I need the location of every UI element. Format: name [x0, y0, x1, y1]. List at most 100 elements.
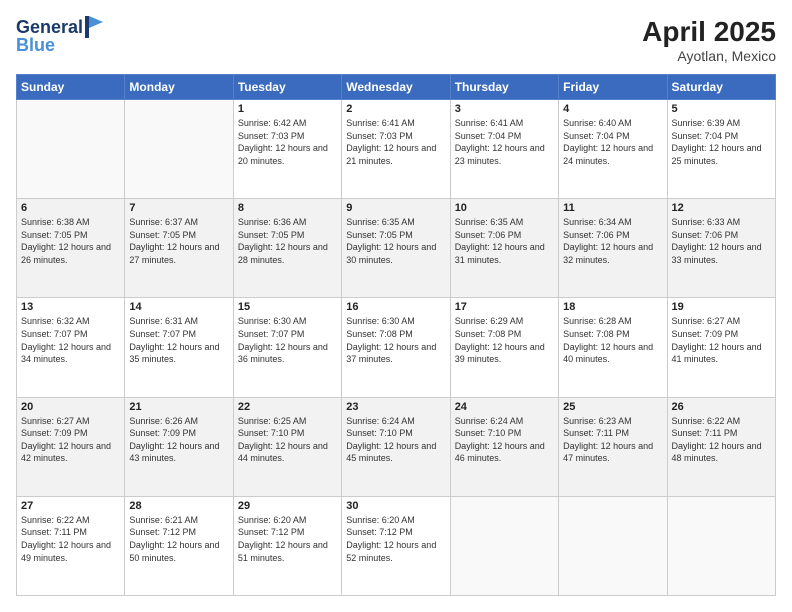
day-info: Sunrise: 6:27 AM Sunset: 7:09 PM Dayligh… [21, 415, 120, 465]
day-info: Sunrise: 6:41 AM Sunset: 7:03 PM Dayligh… [346, 117, 445, 167]
main-title: April 2025 [642, 16, 776, 48]
day-info: Sunrise: 6:36 AM Sunset: 7:05 PM Dayligh… [238, 216, 337, 266]
day-number: 7 [129, 202, 228, 214]
calendar-cell: 11Sunrise: 6:34 AM Sunset: 7:06 PM Dayli… [559, 199, 667, 298]
subtitle: Ayotlan, Mexico [642, 48, 776, 64]
day-number: 2 [346, 103, 445, 115]
day-number: 20 [21, 401, 120, 413]
day-info: Sunrise: 6:21 AM Sunset: 7:12 PM Dayligh… [129, 514, 228, 564]
calendar-week-row: 6 Sunrise: 6:38 AM Sunset: 7:05 PM Daylig… [17, 199, 776, 298]
calendar-cell: 25Sunrise: 6:23 AM Sunset: 7:11 PM Dayli… [559, 397, 667, 496]
calendar-cell: 13 Sunrise: 6:32 AM Sunset: 7:07 PM Dayli… [17, 298, 125, 397]
calendar-cell: 15Sunrise: 6:30 AM Sunset: 7:07 PM Dayli… [233, 298, 341, 397]
day-info: Sunrise: 6:30 AM Sunset: 7:08 PM Dayligh… [346, 315, 445, 365]
day-info: Sunrise: 6:27 AM Sunset: 7:09 PM Dayligh… [672, 315, 771, 365]
day-info: Sunrise: 6:20 AM Sunset: 7:12 PM Dayligh… [346, 514, 445, 564]
logo-text-blue: Blue [16, 36, 55, 54]
logo-flag-icon [85, 16, 103, 38]
day-number: 28 [129, 500, 228, 512]
day-info: Sunrise: 6:25 AM Sunset: 7:10 PM Dayligh… [238, 415, 337, 465]
day-info: Sunrise: 6:20 AM Sunset: 7:12 PM Dayligh… [238, 514, 337, 564]
day-info: Sunrise: 6:42 AM Sunset: 7:03 PM Dayligh… [238, 117, 337, 167]
day-info: Sunrise: 6:22 AM Sunset: 7:11 PM Dayligh… [672, 415, 771, 465]
day-info: Sunrise: 6:35 AM Sunset: 7:05 PM Dayligh… [346, 216, 445, 266]
calendar-cell [17, 100, 125, 199]
day-number: 30 [346, 500, 445, 512]
day-number: 26 [672, 401, 771, 413]
day-info: Sunrise: 6:40 AM Sunset: 7:04 PM Dayligh… [563, 117, 662, 167]
day-info: Sunrise: 6:28 AM Sunset: 7:08 PM Dayligh… [563, 315, 662, 365]
calendar-week-row: 1 Sunrise: 6:42 AM Sunset: 7:03 PM Daylig… [17, 100, 776, 199]
day-info: Sunrise: 6:23 AM Sunset: 7:11 PM Dayligh… [563, 415, 662, 465]
day-number: 4 [563, 103, 662, 115]
day-number: 21 [129, 401, 228, 413]
calendar-cell: 26 Sunrise: 6:22 AM Sunset: 7:11 PM Dayli… [667, 397, 775, 496]
day-info: Sunrise: 6:30 AM Sunset: 7:07 PM Dayligh… [238, 315, 337, 365]
day-number: 9 [346, 202, 445, 214]
calendar-cell: 9 Sunrise: 6:35 AM Sunset: 7:05 PM Daylig… [342, 199, 450, 298]
calendar-header-row: SundayMondayTuesdayWednesdayThursdayFrid… [17, 75, 776, 100]
day-info: Sunrise: 6:33 AM Sunset: 7:06 PM Dayligh… [672, 216, 771, 266]
calendar-cell: 29 Sunrise: 6:20 AM Sunset: 7:12 PM Dayli… [233, 496, 341, 595]
calendar-cell: 1 Sunrise: 6:42 AM Sunset: 7:03 PM Daylig… [233, 100, 341, 199]
calendar-cell [667, 496, 775, 595]
day-info: Sunrise: 6:24 AM Sunset: 7:10 PM Dayligh… [346, 415, 445, 465]
day-number: 1 [238, 103, 337, 115]
calendar-cell: 17Sunrise: 6:29 AM Sunset: 7:08 PM Dayli… [450, 298, 558, 397]
calendar-week-row: 20 Sunrise: 6:27 AM Sunset: 7:09 PM Dayli… [17, 397, 776, 496]
col-header-tuesday: Tuesday [233, 75, 341, 100]
day-info: Sunrise: 6:26 AM Sunset: 7:09 PM Dayligh… [129, 415, 228, 465]
day-number: 11 [563, 202, 662, 214]
day-number: 10 [455, 202, 554, 214]
calendar-cell [559, 496, 667, 595]
day-number: 12 [672, 202, 771, 214]
day-number: 13 [21, 301, 120, 313]
day-number: 29 [238, 500, 337, 512]
col-header-sunday: Sunday [17, 75, 125, 100]
calendar-cell: 20 Sunrise: 6:27 AM Sunset: 7:09 PM Dayli… [17, 397, 125, 496]
calendar-cell: 18 Sunrise: 6:28 AM Sunset: 7:08 PM Dayli… [559, 298, 667, 397]
calendar-week-row: 27 Sunrise: 6:22 AM Sunset: 7:11 PM Dayli… [17, 496, 776, 595]
calendar-cell: 5 Sunrise: 6:39 AM Sunset: 7:04 PM Daylig… [667, 100, 775, 199]
day-number: 18 [563, 301, 662, 313]
day-number: 6 [21, 202, 120, 214]
day-number: 24 [455, 401, 554, 413]
calendar-cell: 21 Sunrise: 6:26 AM Sunset: 7:09 PM Dayli… [125, 397, 233, 496]
day-number: 16 [346, 301, 445, 313]
day-info: Sunrise: 6:22 AM Sunset: 7:11 PM Dayligh… [21, 514, 120, 564]
calendar-table: SundayMondayTuesdayWednesdayThursdayFrid… [16, 74, 776, 596]
day-info: Sunrise: 6:38 AM Sunset: 7:05 PM Dayligh… [21, 216, 120, 266]
header: General Blue April 2025 Ayotlan, Mexico [16, 16, 776, 64]
calendar-cell: 3 Sunrise: 6:41 AM Sunset: 7:04 PM Daylig… [450, 100, 558, 199]
calendar-cell: 8 Sunrise: 6:36 AM Sunset: 7:05 PM Daylig… [233, 199, 341, 298]
day-number: 17 [455, 301, 554, 313]
calendar-cell: 4 Sunrise: 6:40 AM Sunset: 7:04 PM Daylig… [559, 100, 667, 199]
title-block: April 2025 Ayotlan, Mexico [642, 16, 776, 64]
col-header-wednesday: Wednesday [342, 75, 450, 100]
calendar-cell: 2 Sunrise: 6:41 AM Sunset: 7:03 PM Daylig… [342, 100, 450, 199]
col-header-saturday: Saturday [667, 75, 775, 100]
day-number: 22 [238, 401, 337, 413]
day-info: Sunrise: 6:32 AM Sunset: 7:07 PM Dayligh… [21, 315, 120, 365]
calendar-cell: 27 Sunrise: 6:22 AM Sunset: 7:11 PM Dayli… [17, 496, 125, 595]
calendar-cell: 28 Sunrise: 6:21 AM Sunset: 7:12 PM Dayli… [125, 496, 233, 595]
day-info: Sunrise: 6:35 AM Sunset: 7:06 PM Dayligh… [455, 216, 554, 266]
day-number: 8 [238, 202, 337, 214]
day-info: Sunrise: 6:39 AM Sunset: 7:04 PM Dayligh… [672, 117, 771, 167]
calendar-cell: 22 Sunrise: 6:25 AM Sunset: 7:10 PM Dayli… [233, 397, 341, 496]
calendar-cell: 16 Sunrise: 6:30 AM Sunset: 7:08 PM Dayli… [342, 298, 450, 397]
calendar-cell: 30 Sunrise: 6:20 AM Sunset: 7:12 PM Dayli… [342, 496, 450, 595]
calendar-cell: 14Sunrise: 6:31 AM Sunset: 7:07 PM Dayli… [125, 298, 233, 397]
col-header-friday: Friday [559, 75, 667, 100]
day-number: 5 [672, 103, 771, 115]
calendar-cell [125, 100, 233, 199]
calendar-cell: 10 Sunrise: 6:35 AM Sunset: 7:06 PM Dayli… [450, 199, 558, 298]
calendar-cell [450, 496, 558, 595]
day-info: Sunrise: 6:41 AM Sunset: 7:04 PM Dayligh… [455, 117, 554, 167]
day-number: 3 [455, 103, 554, 115]
day-number: 27 [21, 500, 120, 512]
day-info: Sunrise: 6:31 AM Sunset: 7:07 PM Dayligh… [129, 315, 228, 365]
calendar-cell: 23Sunrise: 6:24 AM Sunset: 7:10 PM Dayli… [342, 397, 450, 496]
col-header-thursday: Thursday [450, 75, 558, 100]
calendar-week-row: 13 Sunrise: 6:32 AM Sunset: 7:07 PM Dayli… [17, 298, 776, 397]
